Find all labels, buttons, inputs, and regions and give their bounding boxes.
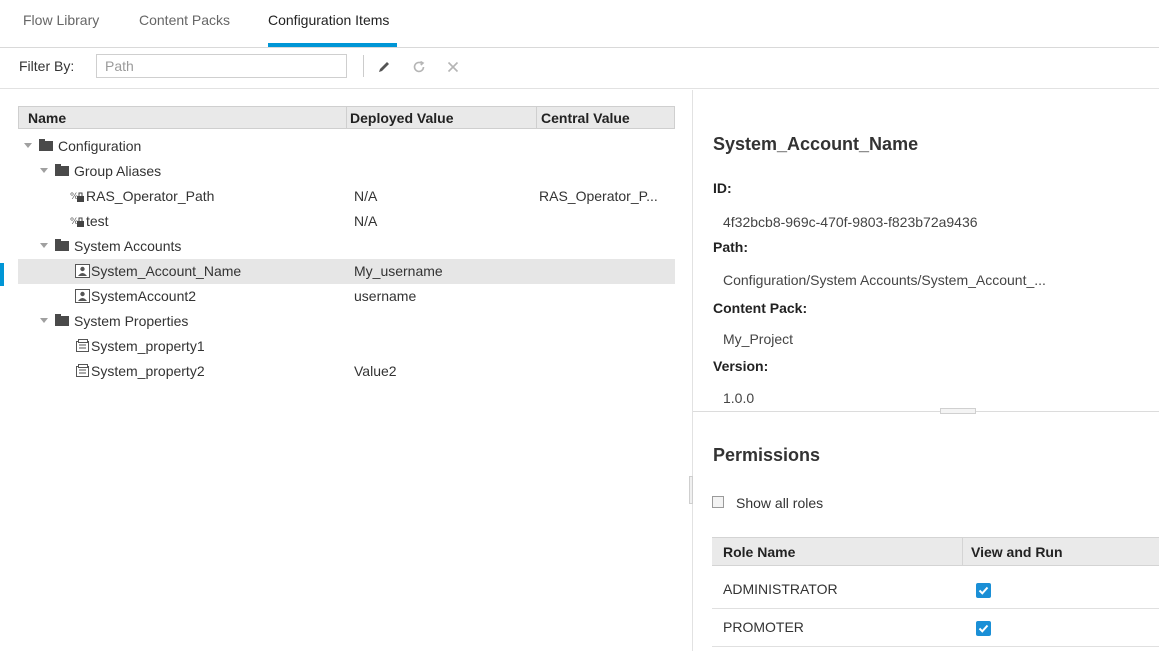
folder-icon — [39, 139, 53, 151]
path-label: Path: — [713, 239, 748, 255]
tree-row-system-property2[interactable]: System_property2 Value2 — [18, 359, 675, 384]
toolbar-divider — [0, 88, 1159, 89]
group-alias-icon: % — [70, 217, 84, 227]
permission-row-administrator: ADMINISTRATOR — [712, 571, 1159, 609]
refresh-button[interactable] — [408, 55, 430, 79]
refresh-icon — [413, 60, 425, 73]
show-all-roles-checkbox[interactable] — [712, 496, 724, 508]
path-value: Configuration/System Accounts/System_Acc… — [723, 272, 1046, 288]
tree-row-systemaccount2[interactable]: SystemAccount2 username — [18, 284, 675, 309]
system-account-icon — [75, 289, 90, 303]
content-pack-label: Content Pack: — [713, 300, 808, 316]
checkmark-icon — [978, 586, 989, 595]
filter-input[interactable] — [96, 54, 347, 78]
folder-icon — [55, 314, 69, 326]
content-pack-value: My_Project — [723, 331, 794, 347]
column-header-deployed-value[interactable]: Deployed Value — [350, 110, 453, 126]
tree-row-system-accounts[interactable]: System Accounts — [18, 234, 675, 259]
tab-content-packs[interactable]: Content Packs — [139, 12, 230, 28]
collapse-arrow-icon[interactable] — [40, 243, 48, 248]
id-value: 4f32bcb8-969c-470f-9803-f823b72a9436 — [723, 214, 978, 230]
system-property-icon — [76, 364, 89, 377]
edit-button[interactable] — [373, 55, 395, 79]
pencil-icon — [379, 62, 389, 72]
column-header-view-and-run[interactable]: View and Run — [971, 544, 1063, 560]
permission-row-promoter: PROMOTER — [712, 609, 1159, 647]
version-value: 1.0.0 — [723, 390, 755, 406]
tab-flow-library[interactable]: Flow Library — [23, 12, 99, 28]
folder-icon — [55, 164, 69, 176]
show-all-roles-label[interactable]: Show all roles — [736, 495, 823, 511]
column-header-role-name[interactable]: Role Name — [723, 544, 795, 560]
version-label: Version: — [713, 358, 769, 374]
tree-row-group-aliases[interactable]: Group Aliases — [18, 159, 675, 184]
pane-divider[interactable] — [692, 90, 693, 651]
view-and-run-checkbox[interactable] — [976, 583, 991, 598]
tree-row-system-property1[interactable]: System_property1 — [18, 334, 675, 359]
toolbar-separator — [363, 55, 364, 77]
permissions-title: Permissions — [713, 445, 821, 465]
tree-row-system-account-name[interactable]: System_Account_Name My_username — [18, 259, 675, 284]
column-separator[interactable] — [536, 107, 537, 128]
role-name: ADMINISTRATOR — [723, 581, 838, 597]
clear-button[interactable] — [442, 55, 464, 79]
tree-table-header: Name Deployed Value Central Value — [18, 106, 675, 129]
role-name: PROMOTER — [723, 619, 804, 635]
selection-indicator — [0, 263, 4, 286]
permissions-table-header: Role Name View and Run — [712, 537, 1159, 566]
pane-collapse-handle[interactable] — [689, 476, 693, 504]
active-tab-indicator — [268, 43, 397, 47]
id-label: ID: — [713, 180, 732, 196]
details-title: System_Account_Name — [713, 134, 919, 154]
column-separator[interactable] — [346, 107, 347, 128]
close-icon — [447, 61, 459, 73]
tree-row-ras-operator-path[interactable]: % RAS_Operator_Path N/A RAS_Operator_P..… — [18, 184, 675, 209]
filter-label: Filter By: — [19, 58, 75, 74]
folder-icon — [55, 239, 69, 251]
collapse-arrow-icon[interactable] — [40, 318, 48, 323]
tree-row-test[interactable]: % test N/A — [18, 209, 675, 234]
tree-row-system-properties[interactable]: System Properties — [18, 309, 675, 334]
details-split-line — [693, 411, 1159, 412]
view-and-run-checkbox[interactable] — [976, 621, 991, 636]
tree-row-configuration[interactable]: Configuration — [18, 134, 675, 159]
top-tab-bar: Flow Library Content Packs Configuration… — [0, 0, 1159, 48]
column-header-name[interactable]: Name — [28, 110, 66, 126]
system-account-icon — [75, 264, 90, 278]
collapse-arrow-icon[interactable] — [24, 143, 32, 148]
checkmark-icon — [978, 624, 989, 633]
system-property-icon — [76, 339, 89, 352]
collapse-arrow-icon[interactable] — [40, 168, 48, 173]
column-separator[interactable] — [962, 538, 963, 565]
group-alias-icon: % — [70, 192, 84, 202]
column-header-central-value[interactable]: Central Value — [541, 110, 630, 126]
tab-configuration-items[interactable]: Configuration Items — [268, 12, 389, 28]
split-resize-handle[interactable] — [940, 408, 976, 414]
